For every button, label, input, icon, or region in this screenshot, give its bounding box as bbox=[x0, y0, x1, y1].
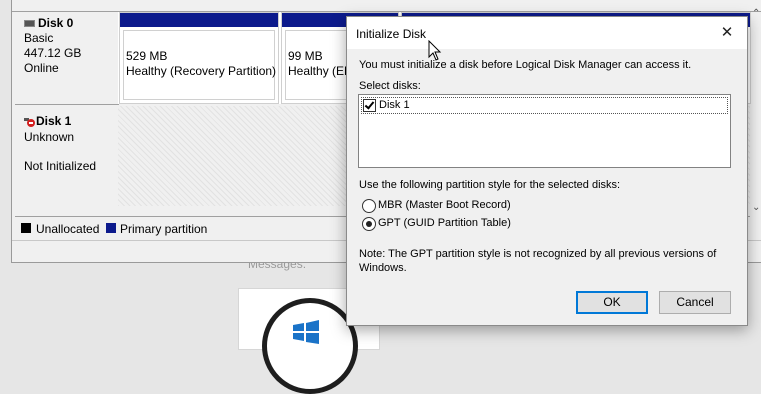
mbr-radio[interactable] bbox=[362, 199, 376, 213]
windows-logo-icon bbox=[293, 320, 319, 344]
disk0-info[interactable]: Disk 0 Basic 447.12 GB Online bbox=[15, 12, 119, 105]
disk1-checkbox[interactable] bbox=[363, 99, 376, 112]
legend-primary-label: Primary partition bbox=[120, 222, 208, 236]
partition-style-label: Use the following partition style for th… bbox=[359, 179, 621, 191]
partition-size: 99 MB bbox=[288, 49, 323, 63]
disk1-status: Not Initialized bbox=[24, 159, 97, 173]
disk-icon bbox=[24, 20, 35, 28]
legend-primary-swatch bbox=[106, 223, 116, 233]
disk1-name: Disk 1 bbox=[36, 114, 72, 128]
disk-list-item[interactable]: Disk 1 bbox=[361, 97, 728, 114]
mouse-pointer-icon bbox=[428, 40, 442, 61]
disk0-status: Online bbox=[24, 61, 59, 75]
disk0-type: Basic bbox=[24, 31, 54, 45]
note-line-2: Windows. bbox=[359, 262, 407, 274]
dialog-title: Initialize Disk bbox=[356, 27, 427, 41]
partition-status: Healthy (Recovery Partition) bbox=[126, 64, 277, 78]
disk1-type: Unknown bbox=[24, 130, 75, 144]
partition-size: 529 MB bbox=[126, 49, 168, 63]
select-disks-label: Select disks: bbox=[359, 80, 421, 92]
primary-partition-bar bbox=[120, 13, 278, 27]
gpt-label[interactable]: GPT (GUID Partition Table) bbox=[378, 217, 511, 229]
legend-unallocated-label: Unallocated bbox=[36, 222, 100, 236]
volume-list-edge bbox=[12, 0, 761, 12]
partition-status: Healthy (EF bbox=[288, 64, 352, 78]
ok-button[interactable]: OK bbox=[576, 291, 648, 314]
scroll-down-icon[interactable]: ⌄ bbox=[752, 202, 760, 213]
note-line-1: Note: The GPT partition style is not rec… bbox=[359, 248, 717, 260]
initialize-disk-dialog: Initialize Disk ✕ You must initialize a … bbox=[346, 16, 748, 326]
gpt-radio[interactable] bbox=[362, 217, 376, 231]
disk-error-icon bbox=[24, 117, 35, 127]
disc-logo-icon bbox=[262, 298, 358, 394]
close-icon[interactable]: ✕ bbox=[713, 21, 741, 45]
disk-list-item-label: Disk 1 bbox=[379, 99, 410, 111]
cancel-button[interactable]: Cancel bbox=[659, 291, 731, 314]
mbr-label[interactable]: MBR (Master Boot Record) bbox=[378, 199, 511, 211]
disk1-info[interactable]: Disk 1 Unknown Not Initialized bbox=[15, 106, 119, 206]
partition-recovery[interactable]: 529 MB Healthy (Recovery Partition) bbox=[119, 12, 279, 104]
disk0-name: Disk 0 bbox=[38, 16, 74, 30]
legend-unallocated-swatch bbox=[21, 223, 31, 233]
disk-list[interactable]: Disk 1 bbox=[358, 94, 731, 168]
dialog-instruction: You must initialize a disk before Logica… bbox=[359, 59, 692, 71]
disk0-size: 447.12 GB bbox=[24, 46, 82, 60]
dialog-title-bar[interactable]: Initialize Disk ✕ bbox=[347, 17, 747, 49]
scroll-up-icon[interactable]: ⌃ bbox=[752, 8, 760, 19]
